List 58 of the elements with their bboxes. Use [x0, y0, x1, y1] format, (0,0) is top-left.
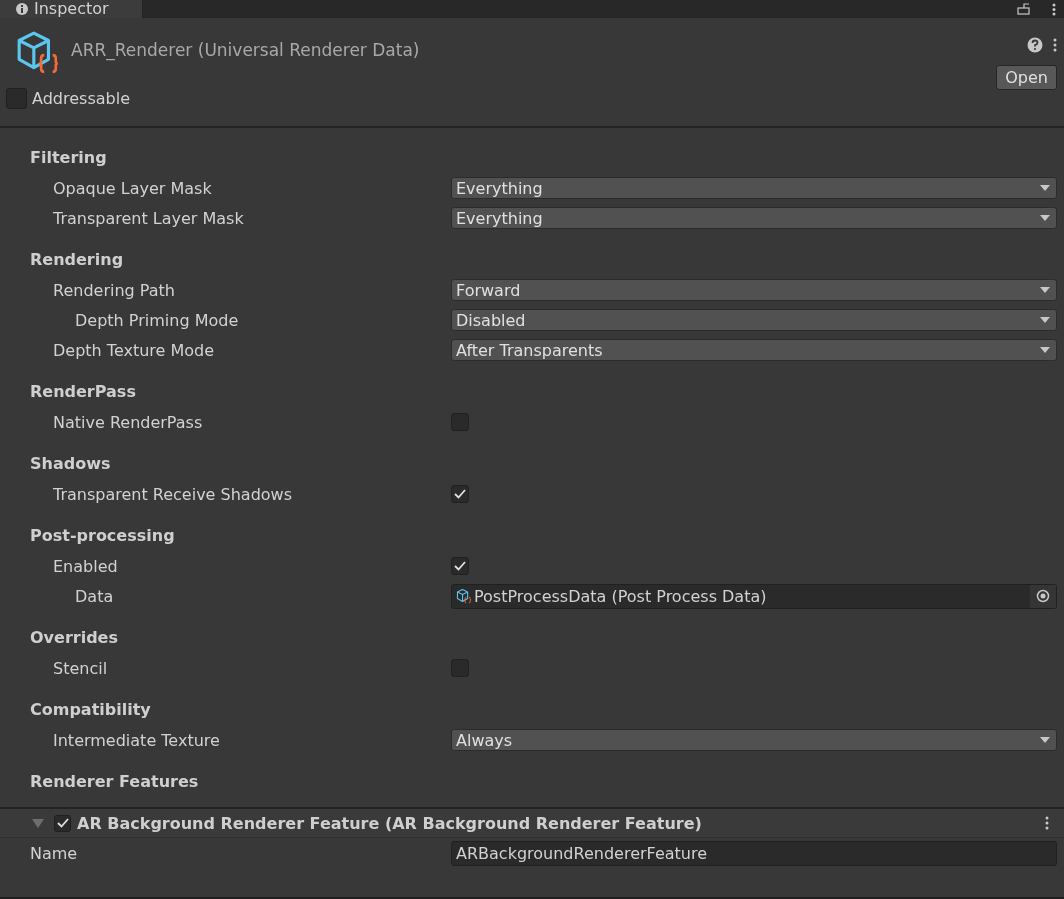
dropdown[interactable]: Forward: [451, 279, 1057, 301]
field-label: Depth Texture Mode: [52, 340, 216, 360]
checkbox[interactable]: [451, 413, 469, 431]
caret-icon: [1040, 215, 1050, 221]
section-title: Rendering: [30, 249, 125, 271]
field-label: Opaque Layer Mask: [52, 178, 213, 198]
dropdown[interactable]: Disabled: [451, 309, 1057, 331]
field-label: Rendering Path: [52, 280, 176, 300]
addressable-label: Addressable: [32, 89, 130, 108]
check-icon: [453, 487, 467, 501]
asset-icon: [456, 588, 472, 604]
check-icon: [453, 559, 467, 573]
field-label: Transparent Layer Mask: [52, 208, 245, 228]
field-label: Name: [30, 843, 79, 863]
section-title: Overrides: [30, 627, 119, 649]
field-label: Stencil: [52, 658, 109, 678]
section-title: Filtering: [30, 147, 108, 169]
dropdown[interactable]: Everything: [451, 177, 1057, 199]
caret-icon: [1040, 287, 1050, 293]
target-icon: [1036, 589, 1050, 603]
addressable-checkbox[interactable]: [6, 88, 27, 109]
info-icon: [16, 3, 28, 15]
caret-icon: [1040, 347, 1050, 353]
window-icon: [1017, 3, 1030, 15]
inspector-tab[interactable]: Inspector: [0, 0, 143, 18]
feature-title: AR Background Renderer Feature (AR Background Renderer Feature): [77, 813, 703, 833]
field-label: Enabled: [52, 556, 119, 576]
more-icon: [1053, 38, 1057, 52]
section-title: Compatibility: [30, 699, 152, 721]
caret-icon: [1040, 185, 1050, 191]
help-icon: [1027, 37, 1043, 53]
section-title: Shadows: [30, 453, 112, 475]
checkbox[interactable]: [451, 485, 469, 503]
field-label: Intermediate Texture: [52, 730, 221, 750]
dropdown[interactable]: Everything: [451, 207, 1057, 229]
open-button[interactable]: Open: [996, 65, 1057, 90]
caret-icon: [1040, 737, 1050, 743]
section-title: Post-processing: [30, 525, 176, 547]
object-picker-button[interactable]: [1030, 584, 1056, 608]
section-title: Renderer Features: [30, 771, 200, 793]
check-icon: [55, 816, 70, 830]
field-label: Depth Priming Mode: [74, 310, 240, 330]
more-icon: [1045, 816, 1049, 830]
dropdown[interactable]: After Transparents: [451, 339, 1057, 361]
checkbox[interactable]: [451, 659, 469, 677]
caret-icon: [1040, 317, 1050, 323]
field-label: Data: [74, 586, 115, 606]
object-field[interactable]: PostProcessData (Post Process Data): [451, 583, 1057, 609]
asset-icon: [15, 30, 61, 74]
field-label: Transparent Receive Shadows: [52, 484, 293, 504]
dropdown[interactable]: Always: [451, 729, 1057, 751]
section-title: RenderPass: [30, 381, 137, 403]
checkbox[interactable]: [451, 557, 469, 575]
asset-title: ARR_Renderer (Universal Renderer Data): [71, 40, 421, 60]
more-icon: [1052, 2, 1056, 16]
feature-enable-checkbox[interactable]: [54, 814, 71, 832]
name-field[interactable]: ARBackgroundRendererFeature: [451, 840, 1057, 866]
field-label: Native RenderPass: [52, 412, 204, 432]
